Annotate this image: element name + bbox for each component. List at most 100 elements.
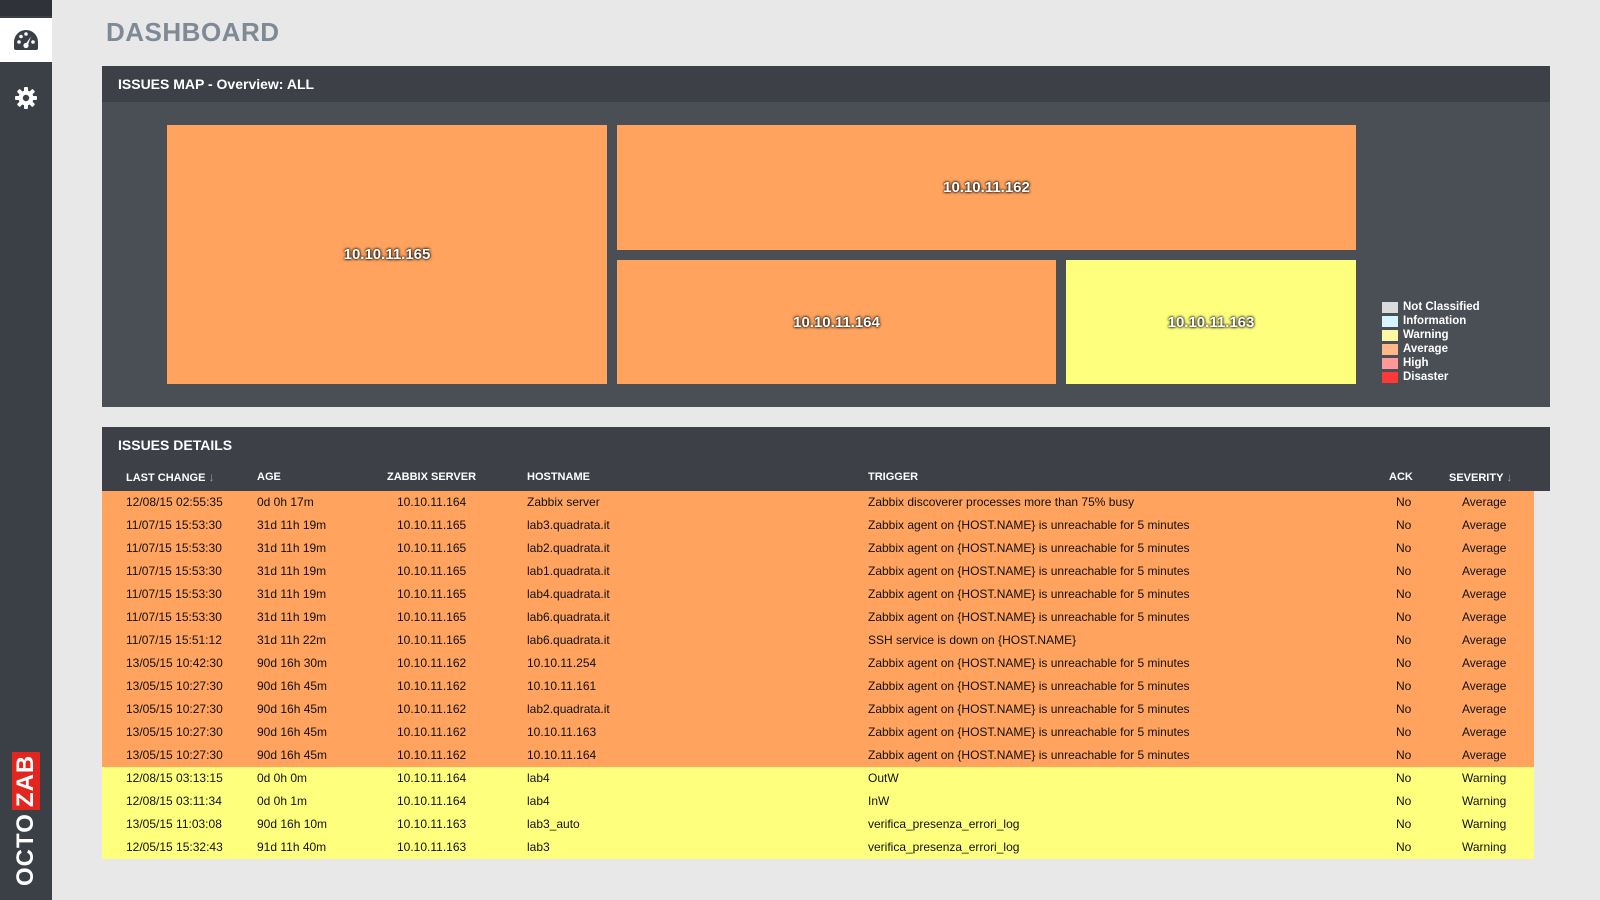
legend-item-high: High <box>1382 356 1480 370</box>
cell-last-change: 11/07/15 15:53:30 <box>126 587 222 601</box>
page-title: DASHBOARD <box>106 17 280 47</box>
column-header-zabbix-server[interactable]: ZABBIX SERVER <box>387 463 476 491</box>
column-header-last-change[interactable]: LAST CHANGE ↓ <box>126 463 214 492</box>
cell-last-change: 13/05/15 10:42:30 <box>126 656 223 670</box>
cell-hostname: lab4 <box>527 794 550 808</box>
cell-ack: No <box>1396 564 1412 578</box>
table-row[interactable]: 12/08/15 02:55:35 0d 0h 17m 10.10.11.164 Za… <box>102 491 1534 514</box>
sidebar-item-dashboard[interactable] <box>0 18 52 62</box>
table-row[interactable]: 12/08/15 03:11:34 0d 0h 1m 10.10.11.164 lab… <box>102 790 1534 813</box>
cell-ack: No <box>1396 610 1412 624</box>
cell-ack: No <box>1396 495 1412 509</box>
cell-last-change: 13/05/15 10:27:30 <box>126 679 223 693</box>
column-header-age[interactable]: AGE <box>257 463 281 491</box>
table-row[interactable]: 11/07/15 15:53:30 31d 11h 19m 10.10.11.165… <box>102 537 1534 560</box>
sidebar: OCTO ZAB <box>0 0 52 900</box>
table-row[interactable]: 12/08/15 03:13:15 0d 0h 0m 10.10.11.164 lab… <box>102 767 1534 790</box>
cell-zabbix-server: 10.10.11.165 <box>397 633 467 647</box>
cell-hostname: lab2.quadrata.it <box>527 702 610 716</box>
cell-hostname: lab3_auto <box>527 817 580 831</box>
column-header-hostname[interactable]: HOSTNAME <box>527 463 590 491</box>
column-header-trigger[interactable]: TRIGGER <box>868 463 918 491</box>
cell-age: 31d 11h 19m <box>257 541 327 555</box>
cell-trigger: verifica_presenza_errori_log <box>868 817 1020 831</box>
cell-last-change: 13/05/15 11:03:08 <box>126 817 222 831</box>
cell-zabbix-server: 10.10.11.162 <box>397 656 467 670</box>
cell-last-change: 13/05/15 10:27:30 <box>126 748 223 762</box>
cell-trigger: Zabbix agent on {HOST.NAME} is unreachab… <box>868 564 1190 578</box>
table-row[interactable]: 12/05/15 15:32:43 91d 11h 40m 10.10.11.163… <box>102 836 1534 859</box>
treemap-tile-host-162[interactable]: 10.10.11.162 <box>617 125 1356 250</box>
table-row[interactable]: 13/05/15 10:27:30 90d 16h 45m 10.10.11.162… <box>102 721 1534 744</box>
cell-ack: No <box>1396 794 1412 808</box>
cell-age: 31d 11h 22m <box>257 633 327 647</box>
cell-ack: No <box>1396 702 1412 716</box>
cell-last-change: 12/05/15 15:32:43 <box>126 840 223 854</box>
cell-severity: Warning <box>1462 771 1507 785</box>
legend-item-warning: Warning <box>1382 328 1480 342</box>
cell-hostname: 10.10.11.161 <box>527 679 597 693</box>
cell-severity: Average <box>1462 656 1507 670</box>
cell-last-change: 13/05/15 10:27:30 <box>126 702 223 716</box>
cell-severity: Average <box>1462 633 1507 647</box>
table-row[interactable]: 11/07/15 15:53:30 31d 11h 19m 10.10.11.165… <box>102 560 1534 583</box>
cell-last-change: 13/05/15 10:27:30 <box>126 725 223 739</box>
cell-last-change: 11/07/15 15:53:30 <box>126 610 222 624</box>
issues-details-panel: ISSUES DETAILS LAST CHANGE ↓ AGE ZABBIX S… <box>102 427 1550 859</box>
cell-trigger: SSH service is down on {HOST.NAME} <box>868 633 1077 647</box>
cell-hostname: lab3 <box>527 840 550 854</box>
table-row[interactable]: 13/05/15 10:42:30 90d 16h 30m 10.10.11.162… <box>102 652 1534 675</box>
cell-last-change: 11/07/15 15:53:30 <box>126 518 222 532</box>
cell-hostname: lab6.quadrata.it <box>527 633 610 647</box>
cell-hostname: 10.10.11.163 <box>527 725 597 739</box>
cell-age: 90d 16h 45m <box>257 725 328 739</box>
cell-ack: No <box>1396 771 1412 785</box>
legend-item-not-classified: Not Classified <box>1382 300 1480 314</box>
cell-trigger: Zabbix agent on {HOST.NAME} is unreachab… <box>868 656 1190 670</box>
column-header-severity[interactable]: SEVERITY ↓ <box>1449 463 1512 492</box>
cell-severity: Average <box>1462 564 1507 578</box>
cell-trigger: Zabbix agent on {HOST.NAME} is unreachab… <box>868 679 1190 693</box>
table-row[interactable]: 11/07/15 15:53:30 31d 11h 19m 10.10.11.165… <box>102 606 1534 629</box>
table-row[interactable]: 13/05/15 10:27:30 90d 16h 45m 10.10.11.162… <box>102 698 1534 721</box>
column-header-ack[interactable]: ACK <box>1389 463 1413 491</box>
cell-zabbix-server: 10.10.11.163 <box>397 840 467 854</box>
cell-zabbix-server: 10.10.11.162 <box>397 725 467 739</box>
cell-severity: Average <box>1462 518 1507 532</box>
legend-item-information: Information <box>1382 314 1480 328</box>
cell-zabbix-server: 10.10.11.165 <box>397 564 467 578</box>
cell-severity: Average <box>1462 748 1507 762</box>
cell-age: 91d 11h 40m <box>257 840 327 854</box>
cell-age: 90d 16h 10m <box>257 817 328 831</box>
treemap-tile-label: 10.10.11.165 <box>343 246 431 263</box>
cell-trigger: OutW <box>868 771 899 785</box>
cell-ack: No <box>1396 518 1412 532</box>
cell-severity: Average <box>1462 587 1507 601</box>
treemap-tile-host-163[interactable]: 10.10.11.163 <box>1066 260 1356 384</box>
treemap-tile-host-165[interactable]: 10.10.11.165 <box>167 125 607 384</box>
cell-ack: No <box>1396 541 1412 555</box>
table-row[interactable]: 13/05/15 10:27:30 90d 16h 45m 10.10.11.162… <box>102 744 1534 767</box>
cell-ack: No <box>1396 840 1412 854</box>
table-row[interactable]: 11/07/15 15:53:30 31d 11h 19m 10.10.11.165… <box>102 583 1534 606</box>
cell-age: 31d 11h 19m <box>257 518 327 532</box>
table-row[interactable]: 13/05/15 11:03:08 90d 16h 10m 10.10.11.163… <box>102 813 1534 836</box>
cell-ack: No <box>1396 748 1412 762</box>
issues-table-body: 12/08/15 02:55:35 0d 0h 17m 10.10.11.164 Za… <box>102 491 1534 859</box>
table-row[interactable]: 11/07/15 15:51:12 31d 11h 22m 10.10.11.165… <box>102 629 1534 652</box>
table-row[interactable]: 11/07/15 15:53:30 31d 11h 19m 10.10.11.165… <box>102 514 1534 537</box>
cell-trigger: Zabbix agent on {HOST.NAME} is unreachab… <box>868 610 1190 624</box>
sidebar-item-settings[interactable] <box>0 76 52 120</box>
treemap-tile-label: 10.10.11.163 <box>1167 313 1255 331</box>
cell-ack: No <box>1396 656 1412 670</box>
table-row[interactable]: 13/05/15 10:27:30 90d 16h 45m 10.10.11.162… <box>102 675 1534 698</box>
cell-last-change: 12/08/15 02:55:35 <box>126 495 223 509</box>
cell-age: 90d 16h 30m <box>257 656 328 670</box>
cell-trigger: verifica_presenza_errori_log <box>868 840 1020 854</box>
cell-zabbix-server: 10.10.11.162 <box>397 702 467 716</box>
cell-severity: Average <box>1462 495 1507 509</box>
cell-age: 31d 11h 19m <box>257 587 327 601</box>
treemap-tile-host-164[interactable]: 10.10.11.164 <box>617 260 1056 384</box>
cell-trigger: Zabbix agent on {HOST.NAME} is unreachab… <box>868 702 1190 716</box>
cell-last-change: 12/08/15 03:13:15 <box>126 771 223 785</box>
